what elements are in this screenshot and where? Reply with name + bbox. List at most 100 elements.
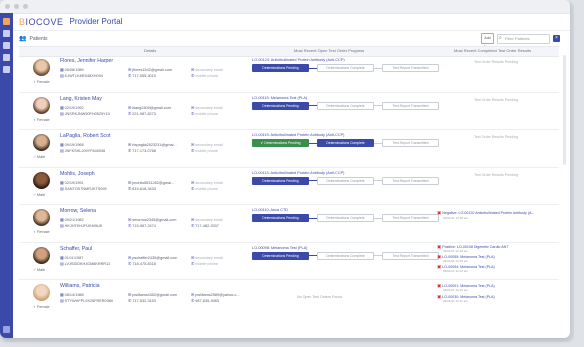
column-details[interactable]: Details xyxy=(144,48,156,53)
avatar xyxy=(33,209,50,226)
add-new-button[interactable]: Add New xyxy=(481,33,494,49)
dob: ▦ 06/08/1989 xyxy=(60,68,84,72)
order-title[interactable]: LO-00119: Anticitrullinated Protein Anti… xyxy=(252,133,344,137)
table-row[interactable]: ♀ Female Flores, Jennifer Harper ▦ 06/08… xyxy=(19,55,559,93)
step-transmitted: Test Report Transmitted xyxy=(382,214,439,222)
mobile-phone: ✆ mobile phone xyxy=(191,111,219,116)
mrn: ▤ JNFKSHLJ09YF640036 xyxy=(60,149,106,153)
table-row[interactable]: ♀ Female Williams, Patricia ▦ 08/14/1988… xyxy=(19,280,559,317)
mrn: ▤ JNSRKJNW90FH0529Y10 xyxy=(60,111,110,116)
avatar xyxy=(33,134,50,151)
gender-label: ♂ Male xyxy=(33,155,46,159)
order-title[interactable]: LO-00124: Anticitrullinated Protein Anti… xyxy=(252,58,345,62)
patient-name[interactable]: Schaffer, Paul xyxy=(60,246,92,252)
step-pending: Determinations Pending xyxy=(252,251,309,260)
phone[interactable]: ✆ 717-532-3153 xyxy=(128,298,156,303)
mobile-phone[interactable]: ✆ 717-482-3337 xyxy=(191,223,219,228)
patients-icon[interactable] xyxy=(3,42,10,49)
order-title[interactable]: LO-00115: Melanoma Test (PLA) xyxy=(252,96,307,100)
phone[interactable]: ✆ 715-987-2474 xyxy=(128,223,156,228)
results-pending: Test Order Results Pending xyxy=(474,135,518,139)
order-stepper: Determinations Pending Determinations Co… xyxy=(252,214,439,222)
dob: ▦ 09/21/1982 xyxy=(60,218,84,222)
result-date: 03/01/21 12:18 am xyxy=(443,258,469,263)
step-pending: Determinations Pending xyxy=(252,64,309,72)
settings-icon[interactable] xyxy=(3,326,10,333)
phone[interactable]: ✆ 717-555-3019 xyxy=(128,73,156,78)
biocove-logo: BIOCOVE xyxy=(19,16,64,27)
lab-flask-icon[interactable] xyxy=(3,66,10,73)
step-complete: Determinations Complete xyxy=(317,214,374,222)
gender-label: ♂ Male xyxy=(33,267,46,272)
patient-name[interactable]: LaPaglia, Robert Scot xyxy=(60,133,110,139)
order-stepper: Determinations Pending Determinations Co… xyxy=(252,176,439,185)
result-date: 03/01/21 12:18 am xyxy=(443,248,469,253)
step-complete: Determinations Complete xyxy=(317,139,374,147)
results-pending: Test Order Results Pending xyxy=(474,97,518,102)
table-row[interactable]: ♂ Male LaPaglia, Robert Scot ▦ 09/19/196… xyxy=(19,130,559,168)
gender-label: ♀ Female xyxy=(33,305,50,309)
order-title[interactable]: LO-00098: Melanoma Test (PLA) xyxy=(252,246,307,250)
mail-icon: ✉ xyxy=(128,68,132,72)
phone[interactable]: ✆ 819-618-3433 xyxy=(128,186,156,191)
patient-name[interactable]: Williams, Patricia xyxy=(60,283,100,289)
sidebar xyxy=(0,13,13,338)
filter-patients-input[interactable]: ⌕ Filter Patients xyxy=(497,33,550,44)
scrollbar[interactable] xyxy=(563,55,566,165)
email[interactable]: ✉ pwilliams4352@gmail.com xyxy=(128,292,177,297)
secondary-email: ✉ secondary email xyxy=(191,255,223,260)
avatar xyxy=(33,246,50,264)
step-transmitted: Test Report Transmitted xyxy=(382,64,439,72)
secondary-email: ✉ secondary email xyxy=(191,143,223,147)
table-row[interactable]: ♀ Female Lang, Kristen May ▦ 02/19/1992 … xyxy=(19,93,559,130)
window-dot[interactable] xyxy=(23,4,28,9)
home-icon[interactable] xyxy=(3,18,10,25)
patient-name[interactable]: Lang, Kristen May xyxy=(60,96,102,102)
email[interactable]: ✉ pschaffer2435@gmail.com xyxy=(128,255,177,260)
results-pending: Test Order Results Pending xyxy=(474,60,518,64)
secondary-email[interactable]: ✉ pwilliams2589@yahoo.c... xyxy=(191,292,239,297)
gender-label: ♀ Female xyxy=(33,230,50,234)
order-title[interactable]: LO-00113: Anticitrullinated Protein Anti… xyxy=(252,171,344,175)
table-row[interactable]: ♀ Female Morrow, Selena ▦ 09/21/1982 ▤ H… xyxy=(19,205,559,243)
avatar xyxy=(33,96,50,114)
step-complete: Determinations Complete xyxy=(317,176,374,185)
secondary-email: ✉ secondary email xyxy=(191,218,223,222)
window-dot[interactable] xyxy=(5,4,10,9)
dob: ▦ 02/19/1991 xyxy=(60,180,84,185)
result-date: 03/01/21 12:12 am xyxy=(443,268,469,273)
app-window: BIOCOVE Provider Portal 👥 Patients Add N… xyxy=(0,0,570,338)
mobile-phone[interactable]: ✆ 987-635-3983 xyxy=(191,298,219,303)
filter-area: Add New ⌕Filter Patients × xyxy=(481,33,560,49)
close-button[interactable]: × xyxy=(553,35,560,42)
app-header: BIOCOVE Provider Portal xyxy=(13,13,570,31)
step-complete: Determinations Complete xyxy=(317,251,374,260)
gender-label: ♂ Male xyxy=(33,192,46,197)
email[interactable]: ✉ jflores1542@gmail.com xyxy=(128,67,172,72)
order-title[interactable]: LO-00110: Anca CTD xyxy=(252,208,288,212)
email[interactable]: ✉ rlapaglia2523231@gmai... xyxy=(128,142,177,147)
phone[interactable]: ✆ 718-475-8318 xyxy=(128,261,156,266)
window-dot[interactable] xyxy=(14,4,19,9)
phone[interactable]: ✆ 717-173-0768 xyxy=(128,148,156,153)
patient-name[interactable]: Flores, Jennifer Harper xyxy=(60,58,113,64)
list-icon[interactable] xyxy=(3,54,10,61)
secondary-email: ✉ secondary email xyxy=(191,180,223,185)
search-icon: ⌕ xyxy=(499,35,502,41)
section-label: Patients xyxy=(29,35,48,42)
email[interactable]: ✉ smorrow2345@gmail.com xyxy=(128,217,176,222)
email[interactable]: ✉ klang2409@gmail.com xyxy=(128,105,171,110)
table-row[interactable]: ♂ Male Schaffer, Paul ▦ 01/11/1987 ▤ LVJ… xyxy=(19,243,559,280)
email[interactable]: ✉ jmohlis6531282@gmai... xyxy=(128,180,174,185)
table-row[interactable]: ♂ Male Mohlis, Joseph ▦ 02/19/1991 ▤ SAN… xyxy=(19,168,559,205)
title-bar xyxy=(0,0,570,14)
patient-name[interactable]: Mohlis, Joseph xyxy=(60,171,95,177)
step-pending: ✔ Determinations Pending xyxy=(252,139,309,147)
users-icon[interactable] xyxy=(3,30,10,37)
step-pending: Determinations Pending xyxy=(252,101,309,110)
result-date: 03/01/21 12:28 am xyxy=(443,216,469,220)
patient-name[interactable]: Morrow, Selena xyxy=(60,208,96,214)
column-open-orders: Most Recent Open Test Order Progress xyxy=(294,48,365,53)
phone[interactable]: ✆ 221-987-8273 xyxy=(128,111,156,116)
mobile-phone: ✆ mobile phone xyxy=(191,186,219,191)
